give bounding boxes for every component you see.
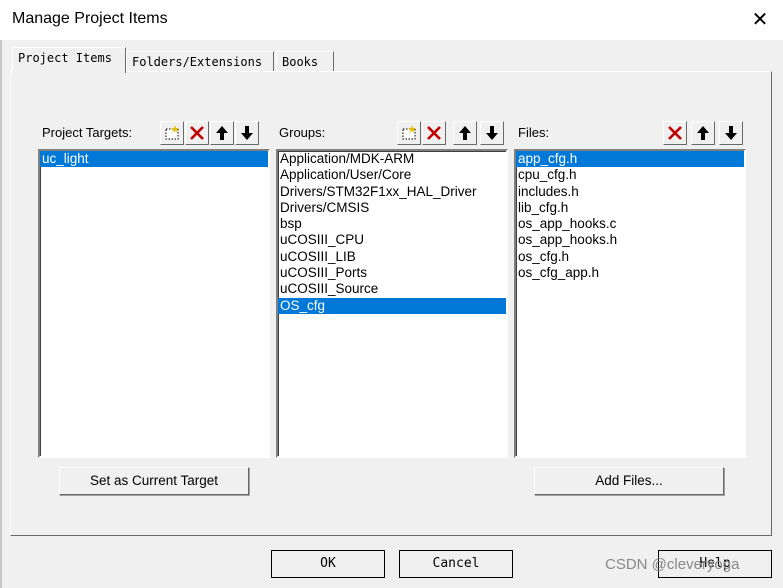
file-list-item[interactable]: includes.h: [516, 184, 744, 200]
target-list-item[interactable]: uc_light: [40, 151, 268, 168]
group-list-item[interactable]: Application/MDK-ARM: [278, 151, 506, 167]
window-edge: [0, 40, 2, 588]
set-current-target-button[interactable]: Set as Current Target: [59, 467, 249, 495]
group-list-item[interactable]: uCOSIII_Ports: [278, 265, 506, 281]
group-list-item[interactable]: uCOSIII_Source: [278, 281, 506, 297]
new-group-icon[interactable]: [397, 121, 421, 145]
groups-list[interactable]: Application/MDK-ARM Application/User/Core…: [276, 149, 508, 458]
new-target-icon[interactable]: [160, 121, 184, 145]
delete-group-icon[interactable]: [422, 121, 446, 145]
group-list-item[interactable]: Drivers/CMSIS: [278, 200, 506, 216]
file-list-item[interactable]: os_cfg.h: [516, 249, 744, 265]
move-up-file-icon[interactable]: [691, 121, 715, 145]
file-list-item[interactable]: lib_cfg.h: [516, 200, 744, 216]
close-icon[interactable]: ✕: [748, 8, 772, 32]
tab-books[interactable]: Books: [276, 51, 334, 72]
file-list-item[interactable]: cpu_cfg.h: [516, 167, 744, 183]
file-list-item[interactable]: os_app_hooks.h: [516, 232, 744, 248]
delete-target-icon[interactable]: [185, 121, 209, 145]
groups-header: Groups:: [277, 121, 507, 145]
tab-project-items[interactable]: Project Items: [12, 47, 126, 73]
group-list-item[interactable]: bsp: [278, 216, 506, 232]
add-files-button[interactable]: Add Files...: [534, 467, 724, 495]
group-list-item[interactable]: Drivers/STM32F1xx_HAL_Driver: [278, 184, 506, 200]
title-bar: Manage Project Items ✕: [0, 0, 783, 40]
ok-button[interactable]: OK: [271, 550, 385, 578]
groups-label: Groups:: [279, 125, 326, 140]
group-list-item[interactable]: uCOSIII_LIB: [278, 249, 506, 265]
move-up-target-icon[interactable]: [210, 121, 234, 145]
watermark-text: CSDN @cleveryoga: [605, 556, 740, 573]
delete-file-icon[interactable]: [663, 121, 687, 145]
group-list-item[interactable]: uCOSIII_CPU: [278, 232, 506, 248]
file-list-item[interactable]: os_cfg_app.h: [516, 265, 744, 281]
targets-label: Project Targets:: [42, 125, 133, 140]
move-down-file-icon[interactable]: [719, 121, 743, 145]
window-title: Manage Project Items: [12, 10, 168, 27]
file-list-item[interactable]: app_cfg.h: [516, 151, 744, 168]
group-list-item[interactable]: OS_cfg: [278, 297, 506, 314]
move-down-target-icon[interactable]: [235, 121, 259, 145]
targets-header: Project Targets:: [40, 121, 270, 145]
move-down-group-icon[interactable]: [480, 121, 504, 145]
move-up-group-icon[interactable]: [453, 121, 477, 145]
file-list-item[interactable]: os_app_hooks.c: [516, 216, 744, 232]
targets-list[interactable]: uc_light: [38, 149, 270, 458]
group-list-item[interactable]: Application/User/Core: [278, 167, 506, 183]
cancel-button[interactable]: Cancel: [399, 550, 513, 578]
tab-folders-extensions[interactable]: Folders/Extensions: [126, 51, 274, 72]
files-header: Files:: [516, 121, 746, 145]
files-list[interactable]: app_cfg.h cpu_cfg.h includes.h lib_cfg.h os_…: [514, 149, 746, 458]
files-label: Files:: [518, 125, 550, 140]
